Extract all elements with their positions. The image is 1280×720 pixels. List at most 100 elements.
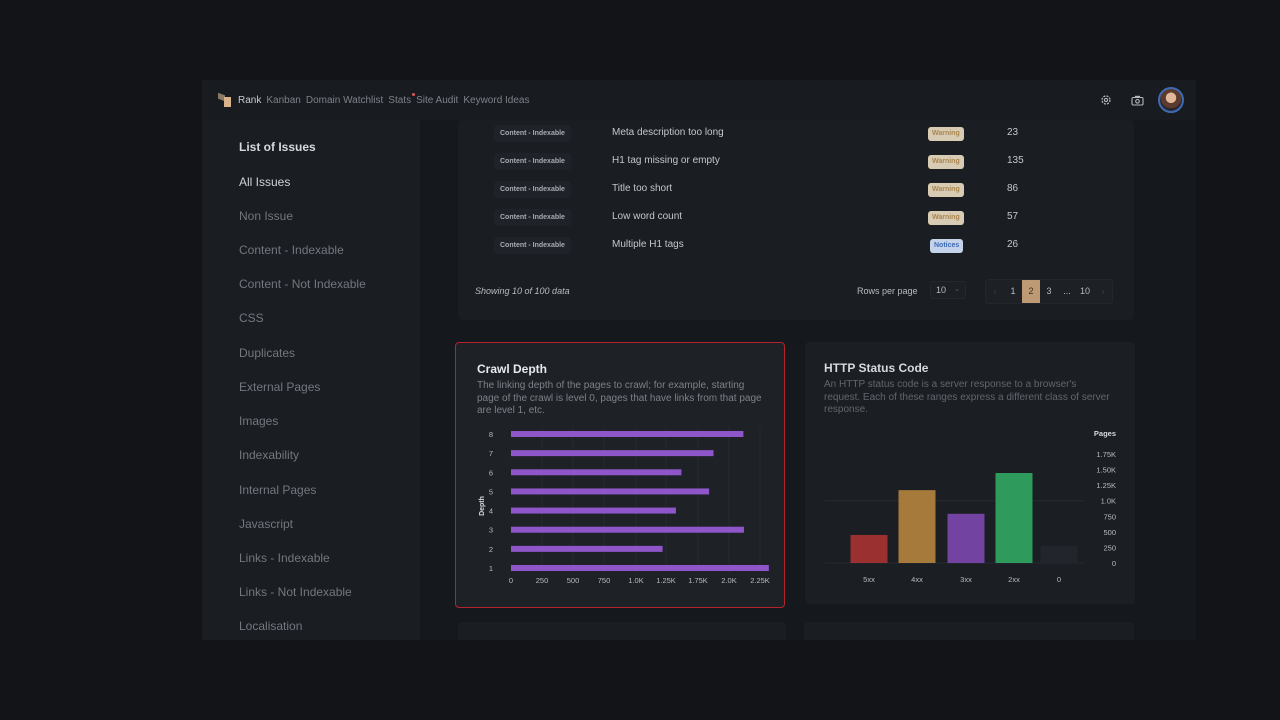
issue-count: 26 (1007, 239, 1019, 250)
x-tick-label: 0 (1057, 575, 1061, 584)
category-badge: Content - Indexable (494, 153, 571, 170)
settings-icon[interactable] (1096, 90, 1116, 110)
sidebar-item-css[interactable]: CSS (239, 311, 264, 325)
y-tick-label: 4 (489, 507, 493, 516)
sidebar-item-localisation[interactable]: Localisation (239, 619, 302, 633)
severity-badge: Warning (928, 211, 964, 225)
y-tick-label: 1.25K (1096, 481, 1116, 490)
issue-name: Title too short (612, 183, 673, 194)
category-badge: Content - Indexable (494, 209, 571, 226)
bar-depth-6 (511, 469, 682, 476)
x-tick-label: 1.25K (656, 576, 676, 585)
x-tick-label: 3xx (960, 575, 972, 584)
y-tick-label: 8 (489, 430, 493, 439)
bar-status-5xx (850, 534, 888, 563)
top-navbar: Rank Kanban Domain Watchlist Stats Site … (202, 80, 1196, 120)
issues-table-panel: Content - Indexable Meta description too… (458, 120, 1134, 320)
x-tick-label: 2.0K (721, 576, 736, 585)
category-badge: Content - Indexable (494, 181, 571, 198)
sidebar-item-content-indexable[interactable]: Content - Indexable (239, 243, 344, 257)
y-tick-label: 1.50K (1096, 466, 1116, 475)
sidebar-title: List of Issues (239, 140, 316, 154)
nav-domain-watchlist[interactable]: Domain Watchlist (306, 95, 383, 106)
nav-keyword-ideas[interactable]: Keyword Ideas (463, 95, 529, 106)
issue-count: 23 (1007, 127, 1019, 138)
chevron-down-icon: ⌄ (954, 286, 960, 293)
placeholder-card (458, 622, 786, 640)
bar-depth-3 (511, 526, 744, 533)
sidebar-item-content-not-indexable[interactable]: Content - Not Indexable (239, 277, 366, 291)
http-status-card: HTTP Status Code An HTTP status code is … (805, 342, 1135, 604)
y-tick-label: 3 (489, 526, 493, 535)
nav-kanban[interactable]: Kanban (266, 95, 300, 106)
page-button-2[interactable]: 2 (1022, 280, 1040, 303)
x-tick-label: 1.0K (628, 576, 643, 585)
y-tick-label: 7 (489, 449, 493, 458)
avatar[interactable] (1158, 87, 1184, 113)
severity-badge: Warning (928, 127, 964, 141)
severity-badge: Notices (930, 239, 964, 253)
y-tick-label: 1.75K (1096, 450, 1116, 459)
y-axis-label: Pages (1094, 429, 1116, 438)
bar-depth-2 (511, 545, 663, 552)
issue-count: 57 (1007, 211, 1019, 222)
nav-stats[interactable]: Stats (388, 92, 416, 106)
bar-status-4xx (898, 490, 936, 563)
issue-name: Multiple H1 tags (612, 239, 684, 250)
y-tick-label: 500 (1103, 528, 1116, 537)
y-tick-label: 0 (1112, 559, 1116, 568)
sidebar-item-links-not-indexable[interactable]: Links - Not Indexable (239, 585, 352, 599)
table-row[interactable]: Content - Indexable Low word count Warni… (458, 204, 1134, 232)
crawl-depth-chart: 0 250 500 750 1.0K 1.25K 1.75K 2.0K 2.25K 1 2 3 4 5 6 7… (479, 427, 770, 585)
sidebar-item-links-indexable[interactable]: Links - Indexable (239, 551, 330, 565)
x-tick-label: 5xx (863, 575, 875, 584)
y-tick-label: 6 (489, 468, 493, 477)
bar-depth-8 (511, 431, 744, 437)
sidebar-item-images[interactable]: Images (239, 414, 278, 428)
y-tick-label: 2 (489, 545, 493, 554)
bar-status-2xx (995, 472, 1033, 563)
sidebar-item-external-pages[interactable]: External Pages (239, 380, 320, 394)
http-status-chart: 0 250 500 750 1.0K 1.25K 1.50K 1.75K Pages 5xx 4xx… (825, 429, 1116, 584)
severity-badge: Warning (928, 183, 964, 197)
nav-site-audit[interactable]: Site Audit (416, 95, 458, 106)
sidebar-item-all-issues[interactable]: All Issues (239, 175, 290, 189)
table-row[interactable]: Content - Indexable H1 tag missing or em… (458, 148, 1134, 176)
page-button-3[interactable]: 3 (1040, 280, 1058, 303)
bar-depth-5 (511, 488, 710, 495)
issue-name: Low word count (612, 211, 683, 222)
sidebar-item-non-issue[interactable]: Non Issue (239, 209, 293, 223)
nav-rank[interactable]: Rank (238, 95, 261, 106)
next-page-button[interactable]: › (1094, 280, 1112, 303)
y-tick-label: 750 (1103, 512, 1116, 521)
rows-per-page-select[interactable]: 10 ⌄ (930, 281, 966, 299)
x-tick-label: 750 (598, 576, 611, 585)
sidebar-item-duplicates[interactable]: Duplicates (239, 346, 295, 360)
prev-page-button[interactable]: ‹ (986, 280, 1004, 303)
crawl-depth-card[interactable]: Crawl Depth The linking depth of the pag… (455, 342, 785, 608)
issue-name: Meta description too long (612, 127, 724, 138)
pagination: ‹ 1 2 3 ... 10 › (985, 279, 1114, 304)
page-button-1[interactable]: 1 (1004, 280, 1022, 303)
issues-sidebar: List of Issues All Issues Non Issue Cont… (202, 120, 420, 640)
y-tick-label: 250 (1103, 543, 1116, 552)
logo-icon[interactable] (218, 92, 232, 107)
placeholder-card (804, 622, 1134, 640)
page-ellipsis: ... (1063, 286, 1071, 296)
table-row[interactable]: Content - Indexable Meta description too… (458, 120, 1134, 148)
x-tick-label: 500 (567, 576, 580, 585)
table-row[interactable]: Content - Indexable Multiple H1 tags Not… (458, 232, 1134, 260)
page-button-10[interactable]: 10 (1076, 280, 1094, 303)
sidebar-item-javascript[interactable]: Javascript (239, 517, 293, 531)
sidebar-item-indexability[interactable]: Indexability (239, 448, 299, 462)
app-window: Rank Kanban Domain Watchlist Stats Site … (202, 80, 1196, 640)
table-row[interactable]: Content - Indexable Title too short Warn… (458, 176, 1134, 204)
y-tick-label: 1 (489, 564, 493, 573)
topbar-actions (1096, 80, 1196, 120)
camera-icon[interactable] (1127, 90, 1147, 110)
x-tick-label: 2.25K (750, 576, 770, 585)
issue-count: 86 (1007, 183, 1019, 194)
rows-per-page-value: 10 (936, 285, 947, 295)
sidebar-item-internal-pages[interactable]: Internal Pages (239, 483, 316, 497)
issue-count: 135 (1007, 155, 1024, 166)
